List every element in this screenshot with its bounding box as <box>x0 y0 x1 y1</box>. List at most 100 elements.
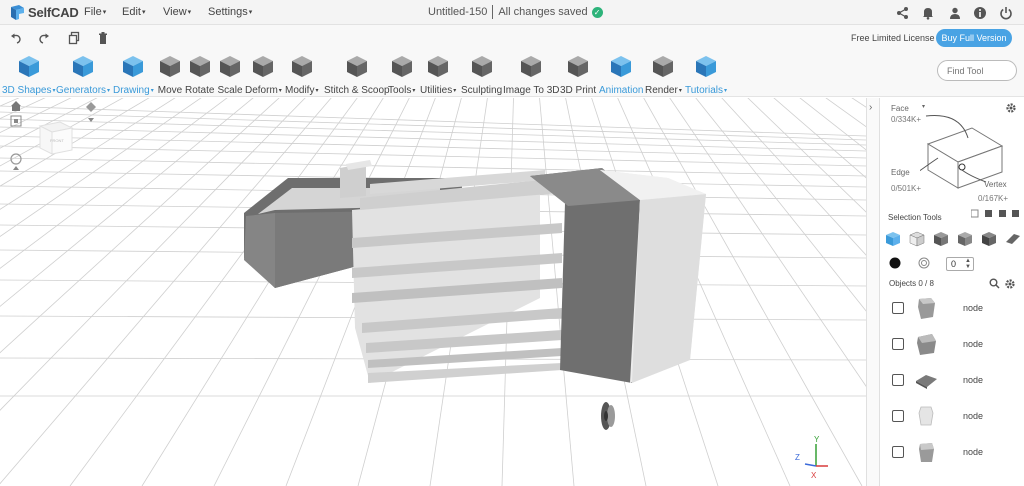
redo-icon[interactable] <box>37 31 51 45</box>
tool-image-to-3d[interactable]: Image To 3D <box>503 53 560 96</box>
focus-icon[interactable] <box>10 115 22 127</box>
search-icon[interactable] <box>989 278 1000 289</box>
object-checkbox[interactable] <box>892 410 904 422</box>
chevron-down-icon: ▾ <box>278 88 282 94</box>
view-cube-label: FRONT <box>50 138 64 143</box>
object-name: node <box>963 339 984 349</box>
selfcad-logo[interactable]: SelfCAD <box>10 4 79 21</box>
gear-icon[interactable] <box>1004 278 1016 290</box>
view-cube[interactable]: FRONT <box>38 118 74 156</box>
home-icon[interactable] <box>10 100 22 112</box>
object-checkbox[interactable] <box>892 374 904 386</box>
tool-render[interactable]: Render▾ <box>645 53 682 96</box>
tool-utilities[interactable]: Utilities▾ <box>420 53 456 96</box>
select-body-icon <box>982 232 996 246</box>
model-part-wheel[interactable] <box>601 402 615 430</box>
tool-rotate[interactable]: Rotate <box>185 53 214 96</box>
tool-label: 3D Print <box>560 85 596 96</box>
object-row[interactable]: node <box>880 328 1024 362</box>
model-part-body[interactable] <box>352 170 562 383</box>
tool-3d-shapes[interactable]: 3D Shapes▾ <box>2 53 56 96</box>
user-icon[interactable] <box>948 6 962 20</box>
menu-file[interactable]: File▾ <box>84 6 106 18</box>
view-cube-icon <box>38 121 74 155</box>
bell-icon[interactable] <box>921 6 935 20</box>
tool-label-text: Generators <box>56 85 107 96</box>
menu-edit[interactable]: Edit▾ <box>122 6 145 18</box>
image-to-3d-icon <box>521 56 542 77</box>
share-icon[interactable] <box>896 6 910 20</box>
buy-full-version-button[interactable]: Buy Full Version <box>936 29 1012 47</box>
object-row[interactable]: node <box>880 436 1024 470</box>
menu-view[interactable]: View▾ <box>163 6 191 18</box>
tool-label-text: 3D Print <box>560 85 597 96</box>
tool-label: 3D Shapes▾ <box>2 85 56 96</box>
3d-print-icon <box>568 56 589 77</box>
tool-stitch-scoop[interactable]: Stitch & Scoop <box>324 53 390 96</box>
tool-sculpting[interactable]: Sculpting <box>461 53 502 96</box>
object-name: node <box>963 447 984 457</box>
undo-icon[interactable] <box>9 31 23 45</box>
object-checkbox[interactable] <box>892 302 904 314</box>
selection-tool-row[interactable] <box>884 230 1024 248</box>
document-title-area: Untitled-150 All changes saved ✓ <box>428 5 603 19</box>
copy-icon[interactable] <box>67 31 81 45</box>
edge-mode-label[interactable]: Edge <box>891 168 910 177</box>
info-icon[interactable] <box>973 6 987 20</box>
tool-drawing[interactable]: Drawing▾ <box>113 53 154 96</box>
chevron-down-icon: ▾ <box>187 9 192 16</box>
main-toolbar: 3D Shapes▾Generators▾Drawing▾MoveRotateS… <box>0 51 1024 97</box>
tool-label-text: Modify <box>285 85 315 96</box>
brush-size-stepper[interactable]: 0 ▲ ▼ <box>946 257 974 271</box>
selection-filter-icons[interactable] <box>971 208 1019 220</box>
tool-deform[interactable]: Deform▾ <box>245 53 282 96</box>
rotate-icon <box>189 56 210 77</box>
3d-viewport[interactable]: Y Z X FRONT <box>0 98 866 486</box>
light-icon[interactable] <box>84 100 98 124</box>
object-row[interactable]: node <box>880 292 1024 326</box>
chevron-down-icon[interactable]: ▾ <box>922 103 925 110</box>
cube-icon <box>18 56 39 77</box>
tool-tutorials[interactable]: Tutorials▾ <box>685 53 727 96</box>
tool-modify[interactable]: Modify▾ <box>285 53 318 96</box>
chevron-down-icon: ▾ <box>678 88 682 94</box>
perspective-icon[interactable] <box>9 153 23 173</box>
color-black-icon[interactable] <box>889 257 901 269</box>
object-checkbox[interactable] <box>892 338 904 350</box>
power-icon[interactable] <box>999 6 1013 20</box>
tool-3d-print[interactable]: 3D Print <box>560 53 596 96</box>
document-title[interactable]: Untitled-150 <box>428 6 487 18</box>
tool-label: Move <box>157 85 183 96</box>
tool-label-text: Animation <box>599 85 644 96</box>
tool-generators[interactable]: Generators▾ <box>56 53 110 96</box>
find-tool-input[interactable] <box>937 60 1017 81</box>
tool-label: Drawing▾ <box>113 85 154 96</box>
generators-icon <box>73 56 94 77</box>
panel-collapse-toggle[interactable]: › <box>866 98 879 486</box>
chevron-down-icon: ▾ <box>150 88 154 94</box>
object-name: node <box>963 411 984 421</box>
tool-scale[interactable]: Scale <box>217 53 243 96</box>
face-mode-label[interactable]: Face <box>891 104 909 113</box>
tool-move[interactable]: Move <box>157 53 183 96</box>
stepper-value: 0 <box>951 259 957 269</box>
tool-label: Tutorials▾ <box>685 85 727 96</box>
viewport-canvas[interactable]: Y Z X <box>0 98 866 486</box>
tool-tools[interactable]: Tools▾ <box>388 53 415 96</box>
tool-label: Utilities▾ <box>420 85 456 96</box>
tool-label: Tools▾ <box>388 85 415 96</box>
menu-settings[interactable]: Settings▾ <box>208 6 252 18</box>
object-row[interactable]: node <box>880 364 1024 398</box>
tools-icon <box>391 56 412 77</box>
tool-label-text: Drawing <box>113 85 150 96</box>
tool-animation[interactable]: Animation <box>599 53 643 96</box>
trash-icon[interactable] <box>96 31 110 45</box>
object-row[interactable]: node <box>880 400 1024 434</box>
move-icon <box>160 56 180 77</box>
object-checkbox[interactable] <box>892 446 904 458</box>
stepper-arrows-icon[interactable]: ▲ ▼ <box>965 258 971 270</box>
axis-x-label: X <box>811 471 817 480</box>
object-name: node <box>963 303 984 313</box>
texture-icon[interactable] <box>918 257 930 269</box>
modify-icon <box>291 56 312 77</box>
